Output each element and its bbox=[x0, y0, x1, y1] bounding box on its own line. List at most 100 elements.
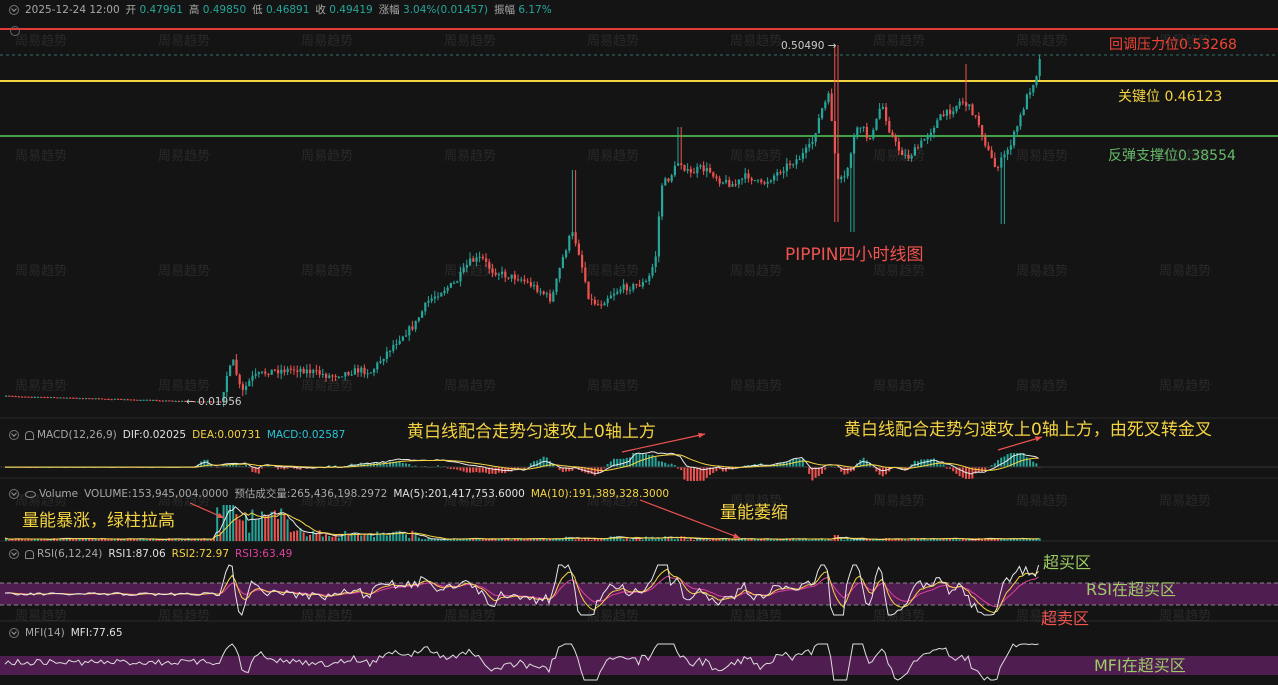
volume-bar bbox=[280, 508, 283, 541]
candle-body bbox=[728, 179, 731, 187]
volume-bar bbox=[389, 534, 391, 541]
volume-bar bbox=[693, 539, 695, 541]
candle-body bbox=[814, 133, 817, 142]
volume-bar bbox=[424, 539, 427, 541]
volume-bar bbox=[523, 539, 526, 541]
candle-body bbox=[981, 125, 984, 136]
candle-body bbox=[321, 374, 324, 376]
macd-histogram-bar bbox=[405, 463, 407, 467]
candle-body bbox=[904, 154, 907, 156]
bar-time: 2025-12-24 12:00 bbox=[25, 4, 120, 16]
candle-body bbox=[894, 135, 897, 142]
macd-histogram-bar bbox=[696, 467, 699, 481]
candle-body bbox=[859, 127, 862, 129]
candle-body bbox=[696, 166, 699, 174]
volume-bar bbox=[193, 539, 196, 541]
candle-body bbox=[792, 164, 795, 166]
volume-bar bbox=[357, 534, 359, 541]
candle-body bbox=[952, 111, 955, 115]
volume-bar bbox=[747, 539, 750, 541]
volume-collapse-icon[interactable] bbox=[9, 489, 19, 499]
volume-bar bbox=[238, 519, 241, 541]
volume-bar bbox=[811, 539, 814, 541]
candle-body bbox=[238, 374, 241, 385]
candle-body bbox=[245, 386, 248, 390]
candle-body bbox=[469, 258, 472, 266]
macd-histogram-bar bbox=[1029, 459, 1031, 467]
candle-body bbox=[856, 127, 859, 136]
volume-bar bbox=[158, 539, 161, 541]
volume-bar bbox=[709, 539, 711, 541]
candle-body bbox=[40, 396, 43, 398]
volume-bar bbox=[1006, 539, 1009, 541]
rsi-alert-bell-icon[interactable] bbox=[25, 549, 34, 559]
macd-histogram-bar bbox=[686, 467, 689, 481]
candle-body bbox=[715, 176, 718, 179]
volume-bar bbox=[337, 537, 340, 541]
macd-histogram-bar bbox=[808, 467, 811, 475]
volume-bar bbox=[853, 539, 855, 541]
candle-body bbox=[59, 397, 62, 399]
candle-body bbox=[427, 300, 430, 303]
candle-body bbox=[97, 398, 100, 400]
candle-body bbox=[17, 396, 20, 398]
candle-body bbox=[126, 399, 129, 401]
candle-body bbox=[171, 400, 174, 402]
candle-body bbox=[712, 172, 715, 177]
candle-body bbox=[785, 163, 788, 172]
rsi-collapse-icon[interactable] bbox=[9, 549, 19, 559]
volume-bar bbox=[136, 539, 139, 541]
volume-bar bbox=[478, 539, 481, 541]
candle-body bbox=[811, 141, 814, 144]
macd-arrow-left-head bbox=[698, 432, 705, 439]
candle-body bbox=[145, 399, 148, 401]
candle-body bbox=[760, 179, 763, 183]
candle-body bbox=[33, 396, 36, 398]
candle-body bbox=[443, 290, 446, 294]
candle-body bbox=[465, 265, 468, 268]
volume-bar bbox=[46, 539, 49, 541]
candle-body bbox=[965, 102, 968, 107]
candle-body bbox=[37, 396, 40, 398]
candle-body bbox=[123, 399, 126, 401]
candle-body bbox=[661, 185, 664, 217]
mfi-collapse-icon[interactable] bbox=[9, 628, 19, 638]
volume-bar bbox=[264, 515, 267, 541]
candle-body bbox=[721, 182, 724, 184]
volume-bar bbox=[603, 539, 606, 541]
candle-body bbox=[491, 268, 494, 273]
candle-body bbox=[155, 400, 158, 402]
candle-body bbox=[734, 184, 737, 186]
rsi1-value: RSI1:87.06 bbox=[108, 548, 166, 560]
visibility-eye-icon[interactable] bbox=[25, 490, 36, 498]
volume-bar bbox=[254, 519, 257, 541]
volume-bar bbox=[808, 539, 811, 541]
candle-body bbox=[609, 295, 612, 299]
candle-body bbox=[897, 141, 900, 151]
volume-ma10: MA(10):191,389,328.3000 bbox=[530, 488, 670, 500]
candle-body bbox=[549, 293, 552, 302]
macd-value: MACD:0.02587 bbox=[266, 429, 346, 441]
macd-histogram-bar bbox=[1019, 453, 1022, 467]
candle-body bbox=[43, 396, 46, 398]
candle-body bbox=[929, 132, 932, 137]
volume-bar bbox=[8, 539, 11, 541]
volume-bar bbox=[248, 532, 251, 541]
candle-body bbox=[513, 274, 516, 280]
volume-bar bbox=[430, 539, 433, 541]
alert-bell-icon[interactable] bbox=[25, 430, 34, 440]
volume-bar bbox=[526, 539, 529, 541]
volume-bar bbox=[654, 538, 657, 541]
volume-bar bbox=[120, 539, 123, 541]
collapse-chevron-icon[interactable] bbox=[9, 5, 19, 15]
settings-gear-icon[interactable] bbox=[10, 26, 20, 36]
volume-bar bbox=[225, 505, 228, 541]
candle-body bbox=[558, 267, 561, 279]
macd-collapse-icon[interactable] bbox=[9, 430, 19, 440]
candle-body bbox=[507, 277, 510, 279]
candle-body bbox=[533, 285, 536, 287]
candle-body bbox=[977, 115, 980, 126]
macd-histogram-bar bbox=[958, 467, 961, 477]
candle-body bbox=[139, 399, 142, 401]
volume-bar bbox=[673, 539, 676, 541]
